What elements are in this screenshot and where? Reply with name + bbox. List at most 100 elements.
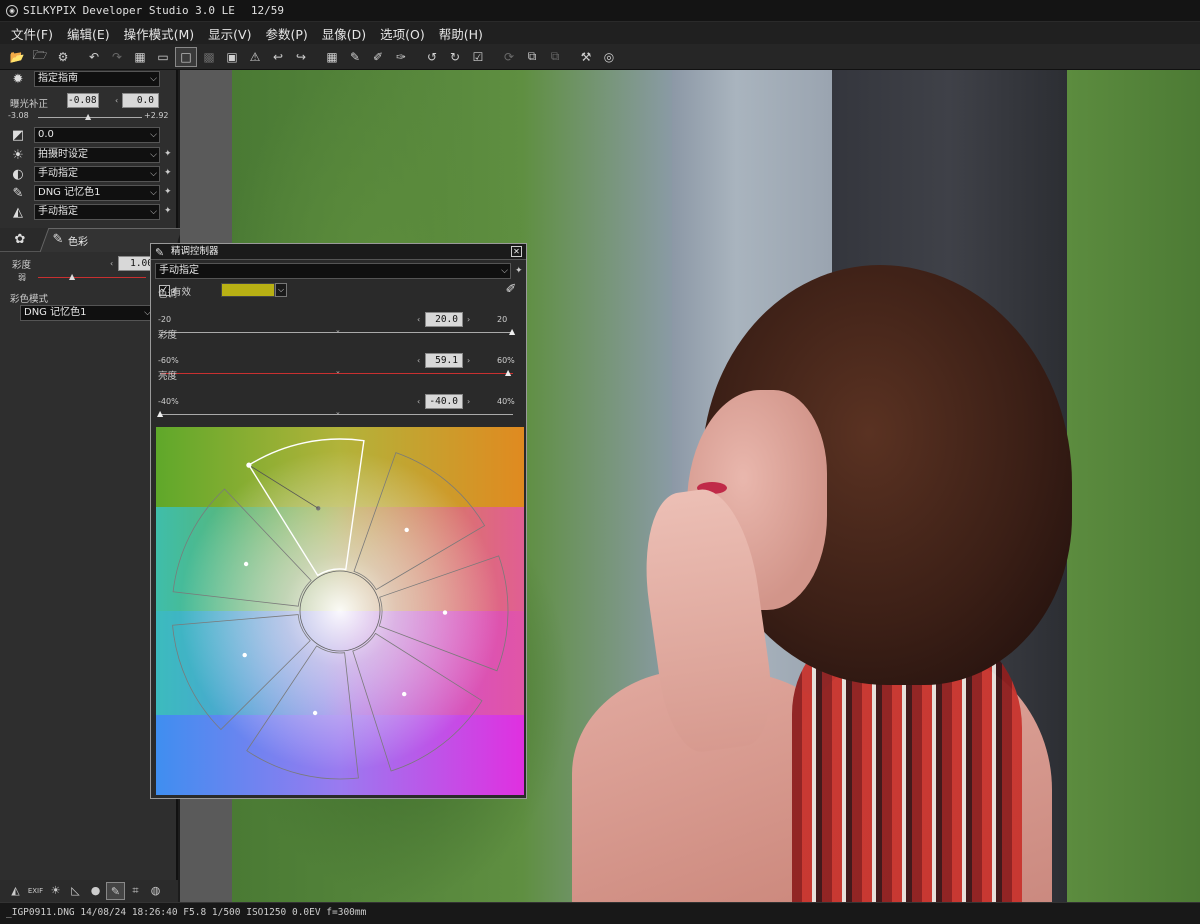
param-dropdown-3[interactable]: DNG 记忆色1 ⌵	[34, 185, 160, 201]
left-arrow-icon[interactable]: ‹	[115, 96, 118, 105]
lens-icon[interactable]: ◍	[146, 882, 165, 900]
folder-options-icon[interactable]: 🗁	[29, 47, 51, 67]
pin-icon[interactable]: ✦	[164, 187, 172, 197]
preset-dropdown[interactable]: 手动指定 ⌵	[155, 263, 511, 279]
left-arrow-icon[interactable]: ‹	[417, 356, 420, 365]
saturation-value-field[interactable]: 59.1	[425, 353, 463, 368]
hammer-icon[interactable]: ⚒	[575, 47, 597, 67]
dialog-title-bar[interactable]: ✎ 精调控制器 ✕	[151, 244, 526, 260]
saturation-slider[interactable]	[38, 277, 146, 278]
exposure-curve-icon[interactable]: ◩	[10, 128, 26, 144]
next-image-icon[interactable]: ↪	[290, 47, 312, 67]
filmstrip-view-icon[interactable]: ▭	[152, 47, 174, 67]
chevron-down-icon: ⌵	[501, 266, 508, 276]
menu-item-0[interactable]: 文件(F)	[4, 24, 60, 43]
hue-sector-dot-5[interactable]	[242, 652, 247, 658]
hue-sector-dot-0[interactable]	[316, 506, 321, 511]
sharpness-icon[interactable]: ◭	[10, 205, 26, 221]
fine-tune-pen-icon[interactable]: ✎	[106, 882, 125, 900]
pin-icon[interactable]: ✦	[164, 149, 172, 159]
single-view-icon[interactable]: □	[175, 46, 197, 67]
sphere-icon[interactable]: ●	[86, 882, 105, 900]
menu-item-2[interactable]: 操作模式(M)	[117, 24, 202, 43]
color-wheel[interactable]	[156, 427, 524, 795]
tone-curve-icon[interactable]: ◺	[66, 882, 85, 900]
histogram-icon[interactable]: ◭	[6, 882, 25, 900]
target-color-swatch[interactable]	[221, 283, 275, 297]
sun-icon[interactable]: ☀	[46, 882, 65, 900]
brightness-value-field[interactable]: -40.0	[425, 394, 463, 409]
menu-item-3[interactable]: 显示(V)	[201, 24, 258, 43]
adjust-handle[interactable]	[246, 462, 252, 468]
rotate-left-icon[interactable]: ↺	[421, 47, 443, 67]
rotate-right-icon[interactable]: ↻	[444, 47, 466, 67]
develop-icon[interactable]: ⚙	[52, 47, 74, 67]
exposure-step-field[interactable]: 0.0	[122, 93, 159, 108]
exif-icon[interactable]: EXIF	[26, 882, 45, 900]
compare-view-icon[interactable]: ▩	[198, 47, 220, 67]
right-arrow-icon[interactable]: ›	[467, 315, 470, 324]
crop-icon[interactable]: ⌗	[126, 882, 145, 900]
color-pen-icon[interactable]: ✎	[10, 186, 26, 202]
copy-params-icon[interactable]: ⧉	[521, 47, 543, 67]
checkmark-icon[interactable]: ☑	[467, 47, 489, 67]
saturation-slider-thumb[interactable]: ▲	[69, 272, 75, 281]
redo-icon[interactable]: ↷	[106, 47, 128, 67]
left-arrow-icon[interactable]: ‹	[417, 397, 420, 406]
chevron-down-icon[interactable]: ⌵	[275, 283, 287, 297]
param-dropdown-0[interactable]: 0.0 ⌵	[34, 127, 160, 143]
menu-item-1[interactable]: 编辑(E)	[60, 24, 117, 43]
color-wheel-area[interactable]	[156, 427, 524, 795]
pipette-gray-icon[interactable]: ✎	[344, 47, 366, 67]
pin-icon[interactable]: ✦	[164, 206, 172, 216]
undo-icon[interactable]: ↶	[83, 47, 105, 67]
param-row-1: ☀ 拍摄时设定 ⌵ ✦	[0, 146, 178, 165]
hue-sector-dot-4[interactable]	[312, 710, 318, 716]
color-mode-dropdown[interactable]: DNG 记忆色1 ⌵	[20, 305, 154, 321]
left-arrow-icon[interactable]: ‹	[417, 315, 420, 324]
prev-image-icon[interactable]: ↩	[267, 47, 289, 67]
chevron-down-icon: ⌵	[150, 169, 157, 179]
exposure-slider-thumb[interactable]: ▲	[85, 112, 91, 121]
param-dropdown-4[interactable]: 手动指定 ⌵	[34, 204, 160, 220]
hue-sector-dot-6[interactable]	[243, 561, 249, 567]
color-picker-icon[interactable]: ✐	[503, 282, 519, 298]
pipette-skin-icon[interactable]: ✑	[390, 47, 412, 67]
param-dropdown-1[interactable]: 拍摄时设定 ⌵	[34, 147, 160, 163]
white-balance-icon[interactable]: ☀	[10, 148, 26, 164]
right-arrow-icon[interactable]: ›	[467, 397, 470, 406]
fullscreen-icon[interactable]: ▣	[221, 47, 243, 67]
help-icon[interactable]: ◎	[598, 47, 620, 67]
hue-value-field[interactable]: 20.0	[425, 312, 463, 327]
menu-item-5[interactable]: 显像(D)	[315, 24, 373, 43]
hue-sector-dot-1[interactable]	[404, 527, 409, 533]
right-arrow-icon[interactable]: ›	[467, 356, 470, 365]
contrast-icon[interactable]: ◐	[10, 167, 26, 183]
grid-icon[interactable]: ▦	[321, 47, 343, 67]
saturation-slider-thumb[interactable]: ▲	[505, 368, 511, 377]
open-folder-icon[interactable]: 📂	[6, 47, 28, 67]
hue-sector-dot-3[interactable]	[402, 691, 407, 697]
saturation-min-label: -60%	[158, 356, 179, 365]
pipette-white-icon[interactable]: ✐	[367, 47, 389, 67]
hue-sector-dot-2[interactable]	[442, 610, 448, 615]
left-arrow-icon[interactable]: ‹	[110, 259, 113, 268]
exposure-value-field[interactable]: -0.08	[67, 93, 99, 108]
paste-params-icon[interactable]: ⧉	[544, 47, 566, 67]
brightness-slider-thumb[interactable]: ▲	[157, 409, 163, 418]
pin-icon[interactable]: ✦	[515, 266, 523, 276]
taste-dropdown[interactable]: 指定指南 ⌵	[34, 71, 160, 87]
close-icon[interactable]: ✕	[511, 246, 522, 257]
hue-slider-thumb[interactable]: ▲	[509, 327, 515, 336]
sync-icon[interactable]: ⟳	[498, 47, 520, 67]
pin-icon[interactable]: ✦	[164, 168, 172, 178]
warning-icon[interactable]: ⚠	[244, 47, 266, 67]
thumbnail-view-icon[interactable]: ▦	[129, 47, 151, 67]
menu-item-7[interactable]: 帮助(H)	[432, 24, 490, 43]
menu-item-4[interactable]: 参数(P)	[258, 24, 314, 43]
menu-item-6[interactable]: 选项(O)	[373, 24, 432, 43]
param-dropdown-2[interactable]: 手动指定 ⌵	[34, 166, 160, 182]
tools-gear-icon[interactable]: ✿	[12, 232, 28, 248]
dialog-title: 精调控制器	[171, 246, 219, 257]
exposure-min-label: -3.08	[8, 111, 29, 120]
